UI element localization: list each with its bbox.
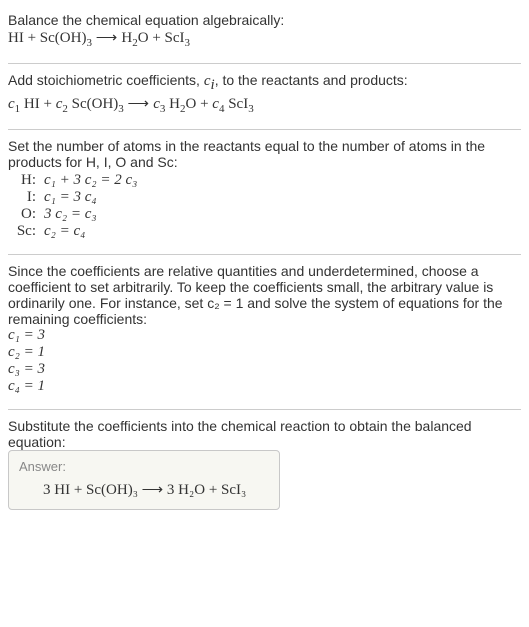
solution-line: c₃ = 3 (8, 361, 521, 378)
element-label: O: (8, 206, 40, 223)
c1-species: HI (20, 96, 40, 112)
table-row: Sc: c₂ = c₄ (8, 223, 141, 240)
solution-line: c₁ = 3 (8, 327, 521, 344)
balanced-equation: 3 HI + Sc(OH)₃ ⟶ 3 H₂O + ScI₃ (19, 480, 269, 499)
c2-species-sub: 3 (118, 103, 124, 115)
plus: + (149, 30, 165, 46)
table-row: O: 3 c₂ = c₃ (8, 206, 141, 223)
answer-box: Answer: 3 HI + Sc(OH)₃ ⟶ 3 H₂O + ScI₃ (8, 450, 280, 510)
plus: + (196, 96, 212, 112)
table-row: H: c₁ + 3 c₂ = 2 c₃ (8, 172, 141, 189)
reactant-2-sub: 3 (86, 37, 92, 49)
product-2-sub: 3 (185, 37, 191, 49)
element-label: Sc: (8, 223, 40, 240)
coeff-text-2: , to the reactants and products: (215, 72, 408, 88)
section-add-coefficients: Add stoichiometric coefficients, ci, to … (8, 68, 521, 125)
element-label: I: (8, 189, 40, 206)
product-2: ScI (165, 30, 185, 46)
c1: c (8, 96, 15, 112)
solution-line: c₄ = 1 (8, 378, 521, 395)
element-equation: c₁ = 3 c₄ (40, 189, 141, 206)
arrow-icon: ⟶ (128, 95, 154, 112)
section-solve: Since the coefficients are relative quan… (8, 259, 521, 405)
table-row: I: c₁ = 3 c₄ (8, 189, 141, 206)
divider (8, 409, 521, 410)
solution-line: c₂ = 1 (8, 344, 521, 361)
c4-species-sub: 3 (248, 103, 254, 115)
arrow-icon: ⟶ (96, 29, 122, 46)
coeff-text: Add stoichiometric coefficients, ci, to … (8, 72, 521, 94)
ci-var: c (204, 73, 211, 89)
divider (8, 129, 521, 130)
plus: + (40, 96, 56, 112)
element-label: H: (8, 172, 40, 189)
coeff-text-1: Add stoichiometric coefficients, (8, 72, 204, 88)
c3: c (153, 96, 160, 112)
c4: c (212, 96, 219, 112)
divider (8, 63, 521, 64)
section-problem: Balance the chemical equation algebraica… (8, 8, 521, 59)
answer-label: Answer: (19, 459, 269, 474)
c4-species: ScI (224, 96, 248, 112)
element-equation: c₁ + 3 c₂ = 2 c₃ (40, 172, 141, 189)
plus: + (24, 30, 40, 46)
substitute-text: Substitute the coefficients into the che… (8, 418, 521, 450)
divider (8, 254, 521, 255)
section-atom-balance: Set the number of atoms in the reactants… (8, 134, 521, 250)
unbalanced-equation: HI + Sc(OH)3 ⟶ H2O + ScI3 (8, 28, 521, 49)
c3-species-a: H (165, 96, 180, 112)
atom-balance-table: H: c₁ + 3 c₂ = 2 c₃ I: c₁ = 3 c₄ O: 3 c₂… (8, 172, 141, 240)
section-substitute: Substitute the coefficients into the che… (8, 414, 521, 520)
reactant-2: Sc(OH) (40, 30, 87, 46)
element-equation: 3 c₂ = c₃ (40, 206, 141, 223)
product-1b: O (138, 30, 149, 46)
problem-text: Balance the chemical equation algebraica… (8, 12, 521, 28)
solve-text: Since the coefficients are relative quan… (8, 263, 521, 327)
element-equation: c₂ = c₄ (40, 223, 141, 240)
product-1a: H (121, 30, 132, 46)
atom-balance-text: Set the number of atoms in the reactants… (8, 138, 521, 170)
c2-species: Sc(OH) (68, 96, 118, 112)
reactant-1: HI (8, 30, 24, 46)
coeff-equation: c1 HI + c2 Sc(OH)3 ⟶ c3 H2O + c4 ScI3 (8, 94, 521, 115)
c3-species-b: O (185, 96, 196, 112)
